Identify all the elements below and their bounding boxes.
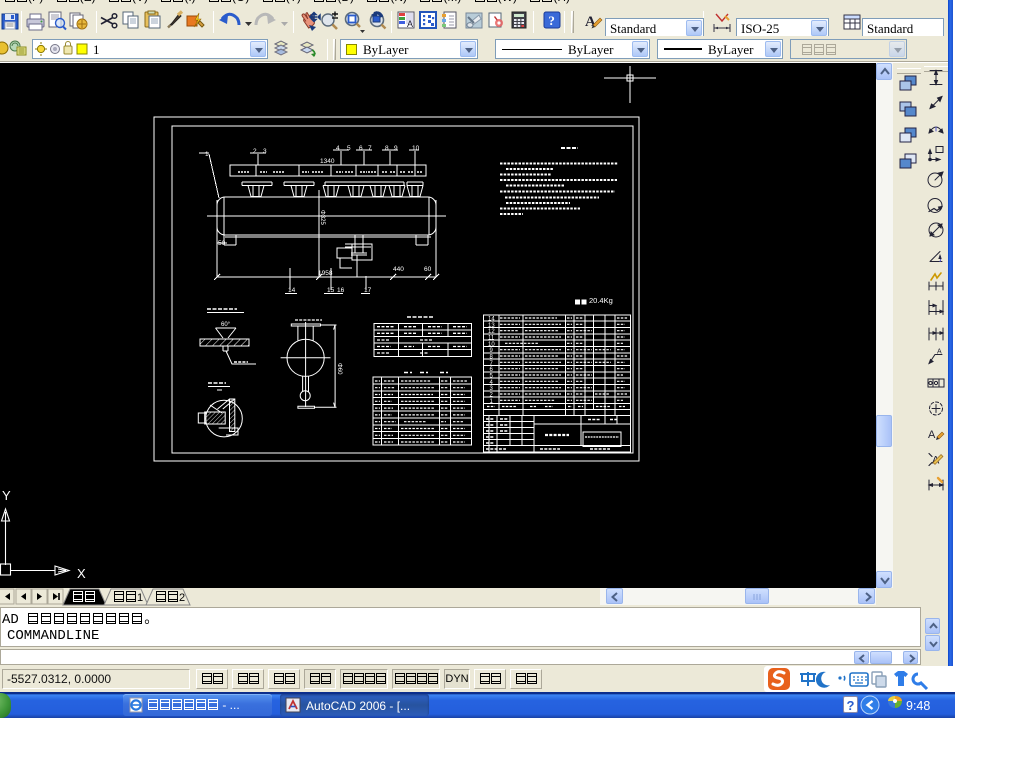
svg-text:17: 17 — [364, 287, 372, 294]
svg-text:A: A — [928, 429, 936, 441]
svg-text:60: 60 — [424, 266, 432, 273]
svg-text:4: 4 — [336, 145, 340, 152]
svg-text:Φ325: Φ325 — [319, 210, 325, 225]
svg-text:A: A — [585, 14, 596, 30]
svg-text:7: 7 — [368, 145, 372, 152]
svg-text:X: X — [77, 566, 86, 581]
svg-text:16: 16 — [337, 287, 345, 294]
svg-text:5: 5 — [347, 145, 351, 152]
svg-text:9: 9 — [394, 145, 398, 152]
svg-text:20.4Kg: 20.4Kg — [589, 296, 613, 305]
svg-text:3: 3 — [263, 148, 267, 155]
svg-text:12: 12 — [488, 329, 495, 335]
svg-text:6: 6 — [359, 145, 363, 152]
svg-text:1340: 1340 — [320, 158, 335, 165]
svg-text:8: 8 — [385, 145, 389, 152]
svg-text:A: A — [937, 349, 942, 356]
svg-text:60°: 60° — [221, 322, 231, 328]
svg-text:2: 2 — [253, 148, 257, 155]
svg-text:?: ? — [548, 13, 555, 28]
svg-text:1: 1 — [205, 151, 209, 158]
svg-text:10: 10 — [488, 342, 495, 348]
svg-text:A: A — [407, 19, 413, 29]
svg-text:11: 11 — [488, 336, 495, 342]
svg-text:Y: Y — [2, 488, 11, 503]
svg-text:13: 13 — [488, 323, 495, 329]
svg-text:Φ60: Φ60 — [336, 363, 342, 375]
svg-text:440: 440 — [393, 266, 404, 273]
svg-text:10: 10 — [412, 145, 420, 152]
svg-text:14: 14 — [488, 317, 495, 323]
svg-text:14: 14 — [288, 287, 296, 294]
